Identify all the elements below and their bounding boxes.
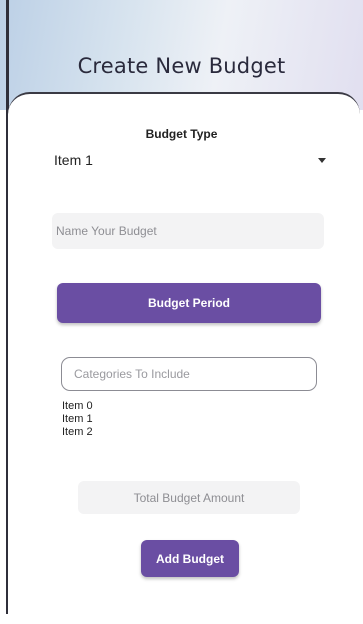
total-amount-input[interactable]: Total Budget Amount	[78, 481, 300, 514]
budget-period-label: Budget Period	[147, 296, 230, 310]
budget-name-input[interactable]: Name Your Budget	[52, 213, 324, 249]
categories-input[interactable]: Categories To Include	[61, 357, 317, 391]
budget-name-placeholder: Name Your Budget	[56, 224, 157, 238]
caret-down-icon	[318, 158, 326, 163]
add-budget-label: Add Budget	[156, 551, 224, 566]
budget-type-label: Budget Type	[145, 127, 218, 141]
add-budget-button[interactable]: Add Budget	[141, 540, 239, 577]
total-amount-placeholder: Total Budget Amount	[133, 490, 245, 505]
list-item[interactable]: Item 2	[62, 426, 262, 439]
categories-placeholder: Categories To Include	[74, 367, 190, 381]
list-item[interactable]: Item 0	[62, 400, 262, 413]
budget-type-dropdown[interactable]: Item 1	[54, 148, 326, 172]
budget-type-value: Item 1	[54, 152, 93, 168]
list-item[interactable]: Item 1	[62, 413, 262, 426]
categories-list[interactable]: Item 0 Item 1 Item 2	[62, 400, 262, 442]
budget-period-button[interactable]: Budget Period	[57, 283, 321, 323]
page-title: Create New Budget	[77, 54, 286, 78]
